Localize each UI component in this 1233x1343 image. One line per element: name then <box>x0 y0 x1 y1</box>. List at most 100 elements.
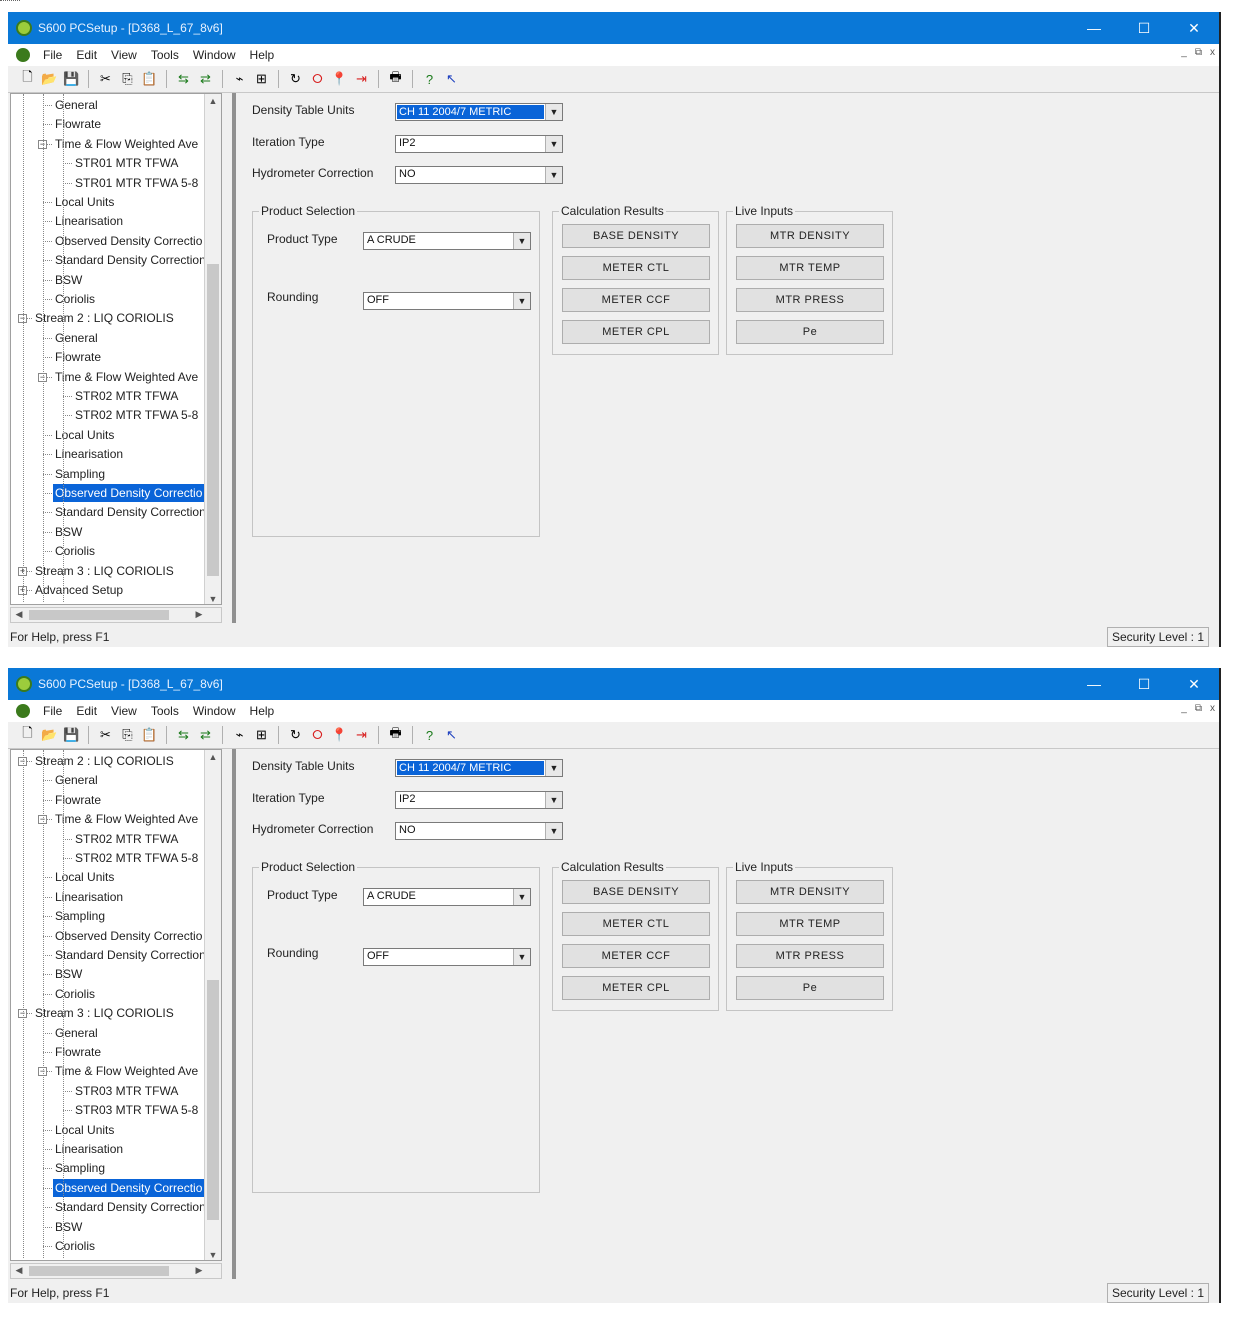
menu-file[interactable]: File <box>36 48 69 62</box>
tree-item[interactable]: Observed Density Correctio <box>53 1178 205 1197</box>
close-button[interactable]: ✕ <box>1169 12 1219 44</box>
minimize-button[interactable]: — <box>1069 12 1119 44</box>
scroll-right-icon[interactable]: ▶ <box>191 1265 207 1276</box>
connect-icon[interactable]: ⌁ <box>230 70 249 89</box>
calc-meter-ccf-button[interactable]: METER CCF <box>562 944 710 968</box>
tree-horizontal-scrollbar[interactable]: ◀ ▶ <box>10 607 222 623</box>
receive-icon[interactable]: ⇄ <box>196 70 215 89</box>
tree-item[interactable]: STR01 MTR TFWA <box>73 154 180 172</box>
live-pe-button[interactable]: Pe <box>736 320 884 344</box>
tree-item[interactable]: Time & Flow Weighted Ave <box>53 810 200 828</box>
context-help-icon[interactable]: ↖ <box>442 726 461 745</box>
refresh-icon[interactable]: ↻ <box>286 70 305 89</box>
tree-item[interactable]: Stream 3 : LIQ CORIOLIS <box>33 1004 176 1022</box>
menu-tools[interactable]: Tools <box>144 704 186 718</box>
tree-item[interactable]: Standard Density Correction <box>53 946 208 964</box>
calc-base-density-button[interactable]: BASE DENSITY <box>562 224 710 248</box>
save-icon[interactable]: 💾 <box>62 726 81 745</box>
mdi-minimize-button[interactable]: _ <box>1181 47 1187 58</box>
scroll-thumb[interactable] <box>207 980 219 1220</box>
tree-item[interactable]: Advanced Setup <box>33 581 125 599</box>
tree-item[interactable]: BSW <box>53 1218 84 1236</box>
title-bar[interactable]: S600 PCSetup - [D368_L_67_8v6] — ☐ ✕ <box>8 668 1219 700</box>
mdi-close-button[interactable]: x <box>1210 703 1215 714</box>
tree-item[interactable]: STR03 MTR TFWA 5-8 <box>73 1101 200 1119</box>
chevron-down-icon[interactable]: ▼ <box>545 167 562 183</box>
scroll-thumb[interactable] <box>29 610 169 620</box>
save-icon[interactable]: 💾 <box>62 70 81 89</box>
calc-meter-ccf-button[interactable]: METER CCF <box>562 288 710 312</box>
tree-item[interactable]: Coriolis <box>53 542 97 560</box>
cut-icon[interactable]: ✂ <box>96 726 115 745</box>
menu-edit[interactable]: Edit <box>69 48 104 62</box>
iteration-type-select[interactable]: IP2 ▼ <box>395 135 563 153</box>
scroll-left-icon[interactable]: ◀ <box>11 609 27 620</box>
mdi-restore-button[interactable]: ⧉ <box>1195 703 1202 714</box>
live-pe-button[interactable]: Pe <box>736 976 884 1000</box>
paste-icon[interactable]: 📋 <box>140 70 159 89</box>
tree-item[interactable]: BSW <box>53 271 84 289</box>
menu-view[interactable]: View <box>104 48 144 62</box>
chevron-down-icon[interactable]: ▼ <box>545 792 562 808</box>
stop-icon[interactable]: ⭘ <box>308 70 327 89</box>
exit-icon[interactable]: ⇥ <box>352 726 371 745</box>
menu-window[interactable]: Window <box>186 704 243 718</box>
mdi-close-button[interactable]: x <box>1210 47 1215 58</box>
scroll-right-icon[interactable]: ▶ <box>191 609 207 620</box>
paste-icon[interactable]: 📋 <box>140 726 159 745</box>
close-button[interactable]: ✕ <box>1169 668 1219 700</box>
rounding-select[interactable]: OFF ▼ <box>363 948 531 966</box>
scroll-thumb[interactable] <box>29 1266 169 1276</box>
pin-icon[interactable]: 📍 <box>330 726 349 745</box>
tree-item[interactable]: General <box>53 329 100 347</box>
tree-item[interactable]: STR02 MTR TFWA 5-8 <box>73 849 200 867</box>
pane-splitter[interactable] <box>232 93 236 623</box>
tree-vertical-scrollbar[interactable]: ▲ ▼ <box>204 750 221 1260</box>
exit-icon[interactable]: ⇥ <box>352 70 371 89</box>
pane-splitter[interactable] <box>232 749 236 1279</box>
print-icon[interactable]: 🖶 <box>386 725 405 745</box>
tree-item[interactable]: General <box>53 771 100 789</box>
receive-icon[interactable]: ⇄ <box>196 726 215 745</box>
tree-item[interactable]: Observed Density Correctio <box>53 484 205 502</box>
scroll-up-icon[interactable]: ▲ <box>205 96 221 106</box>
tree-item[interactable]: Flowrate <box>53 791 103 809</box>
tree-vertical-scrollbar[interactable]: ▲ ▼ <box>204 94 221 604</box>
live-mtr-press-button[interactable]: MTR PRESS <box>736 288 884 312</box>
menu-help[interactable]: Help <box>243 48 282 62</box>
maximize-button[interactable]: ☐ <box>1119 12 1169 44</box>
calc-base-density-button[interactable]: BASE DENSITY <box>562 880 710 904</box>
calc-meter-cpl-button[interactable]: METER CPL <box>562 976 710 1000</box>
document-icon[interactable] <box>16 704 30 718</box>
copy-icon[interactable]: ⎘ <box>118 70 137 89</box>
menu-tools[interactable]: Tools <box>144 48 186 62</box>
mdi-restore-button[interactable]: ⧉ <box>1195 47 1202 58</box>
tree-item[interactable]: Observed Density Correctio <box>53 927 204 945</box>
disconnect-icon[interactable]: ⊞ <box>252 726 271 745</box>
rounding-select[interactable]: OFF ▼ <box>363 292 531 310</box>
tree-item[interactable]: Time & Flow Weighted Ave <box>53 135 200 153</box>
chevron-down-icon[interactable]: ▼ <box>513 949 530 965</box>
tree-item[interactable]: Sampling <box>53 465 107 483</box>
tree-item[interactable]: STR02 MTR TFWA <box>73 387 180 405</box>
tree-item[interactable]: STR01 MTR TFWA 5-8 <box>73 174 200 192</box>
pin-icon[interactable]: 📍 <box>330 70 349 89</box>
print-icon[interactable]: 🖶 <box>386 69 405 89</box>
chevron-down-icon[interactable]: ▼ <box>513 889 530 905</box>
chevron-down-icon[interactable]: ▼ <box>545 760 562 776</box>
calc-meter-cpl-button[interactable]: METER CPL <box>562 320 710 344</box>
tree-item[interactable]: BSW <box>53 523 84 541</box>
context-help-icon[interactable]: ↖ <box>442 70 461 89</box>
live-mtr-temp-button[interactable]: MTR TEMP <box>736 912 884 936</box>
tree-item[interactable]: BSW <box>53 965 84 983</box>
density-table-units-select[interactable]: CH 11 2004/7 METRIC ▼ <box>395 103 563 121</box>
open-folder-icon[interactable]: 📂 <box>40 726 59 745</box>
mdi-minimize-button[interactable]: _ <box>1181 703 1187 714</box>
minimize-button[interactable]: — <box>1069 668 1119 700</box>
tree-item[interactable]: Stream 3 : LIQ CORIOLIS <box>33 562 176 580</box>
tree-item[interactable]: Standard Density Correction <box>53 251 208 269</box>
send-icon[interactable]: ⇆ <box>174 70 193 89</box>
tree-item[interactable]: Standard Density Correction <box>53 1198 208 1216</box>
live-mtr-density-button[interactable]: MTR DENSITY <box>736 224 884 248</box>
copy-icon[interactable]: ⎘ <box>118 726 137 745</box>
